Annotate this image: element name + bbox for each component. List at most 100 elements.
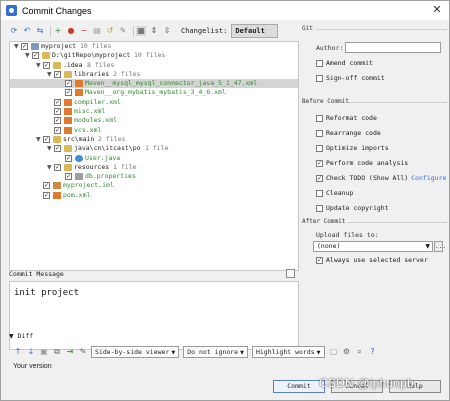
include-checkbox[interactable]: ✓ bbox=[65, 89, 72, 97]
tree-row[interactable]: ✓ db.properties bbox=[10, 172, 298, 181]
add-icon[interactable]: + bbox=[53, 26, 63, 36]
include-checkbox[interactable]: ✓ bbox=[65, 80, 72, 88]
include-checkbox[interactable]: ✓ bbox=[54, 126, 61, 134]
options-panel: Git Author: Amend commit Sign-off commit… bbox=[299, 21, 450, 271]
tree-row[interactable]: ✓ User.java bbox=[10, 154, 298, 163]
include-checkbox[interactable]: ✓ bbox=[32, 52, 39, 60]
upload-server-select[interactable]: (none) ▼ bbox=[313, 241, 433, 252]
window-title: Commit Changes bbox=[22, 5, 92, 16]
ignore-whitespace-select[interactable]: Do not ignore ▼ bbox=[183, 346, 248, 358]
xml-icon bbox=[53, 191, 61, 199]
edit-icon[interactable]: ✎ bbox=[118, 26, 128, 36]
changelist-label: Changelist: bbox=[181, 27, 228, 35]
include-checkbox[interactable]: ✓ bbox=[54, 163, 61, 171]
expand-toggle-icon[interactable]: ▼ bbox=[14, 42, 20, 51]
tree-row[interactable]: ✓ vcs.xml bbox=[10, 126, 298, 135]
amend-commit-checkbox[interactable]: Amend commit bbox=[316, 58, 373, 68]
tree-row[interactable]: ▼ ✓ resources 1 file bbox=[10, 163, 298, 172]
include-checkbox[interactable]: ✓ bbox=[43, 182, 50, 190]
undo-icon[interactable]: ↺ bbox=[105, 26, 115, 36]
include-checkbox[interactable]: ✓ bbox=[43, 135, 50, 143]
xml-icon bbox=[75, 80, 83, 88]
expand-toggle-icon[interactable]: ▼ bbox=[36, 61, 42, 70]
expand-all-icon[interactable]: ⇕ bbox=[149, 26, 159, 36]
save-icon[interactable]: ▣ bbox=[39, 347, 49, 357]
author-input[interactable] bbox=[345, 42, 441, 53]
commit-button[interactable]: Commit bbox=[273, 380, 325, 393]
rollback-icon[interactable]: ↶ bbox=[22, 26, 32, 36]
tree-row[interactable]: ▼ ✓ libraries 2 files bbox=[10, 70, 298, 79]
tree-row[interactable]: ✓ Maven__org_mybatis_mybatis_3_4_6.xml bbox=[10, 88, 298, 97]
before-commit-option-checkbox[interactable]: ✓ Perform code analysis bbox=[316, 158, 408, 168]
xml-icon bbox=[75, 89, 83, 97]
refresh-icon[interactable]: ⟳ bbox=[9, 26, 19, 36]
diff-icon[interactable]: ⇆ bbox=[35, 26, 45, 36]
expand-toggle-icon[interactable]: ▼ bbox=[25, 51, 31, 60]
include-checkbox[interactable]: ✓ bbox=[65, 173, 72, 181]
tree-row[interactable]: ▼ ✓ .idea 8 files bbox=[10, 61, 298, 70]
edit-source-icon[interactable]: ✎ bbox=[78, 347, 88, 357]
include-checkbox[interactable]: ✓ bbox=[54, 98, 61, 106]
viewer-mode-select[interactable]: Side-by-side viewer ▼ bbox=[91, 346, 180, 358]
diff-header[interactable]: ▼ Diff bbox=[9, 331, 443, 341]
before-commit-section-title: Before Commit bbox=[302, 98, 349, 105]
tree-item-count: 2 files bbox=[113, 69, 141, 78]
tree-row[interactable]: ▼ ✓ myproject 10 files bbox=[10, 42, 298, 51]
include-checkbox[interactable]: ✓ bbox=[54, 70, 61, 78]
include-checkbox[interactable]: ✓ bbox=[43, 61, 50, 69]
tree-row[interactable]: ✓ misc.xml bbox=[10, 107, 298, 116]
group-by-directory-icon[interactable]: ▦ bbox=[136, 26, 146, 36]
tree-row[interactable]: ▼ ✓ src\main 2 files bbox=[10, 135, 298, 144]
before-commit-option-checkbox[interactable]: Optimize imports bbox=[316, 143, 389, 153]
settings-icon[interactable]: ⚙ bbox=[342, 347, 352, 357]
include-checkbox[interactable]: ✓ bbox=[21, 43, 28, 50]
remove-icon[interactable]: − bbox=[79, 26, 89, 36]
tree-row[interactable]: ▼ ✓ D:\gitRepo\myproject 10 files bbox=[10, 51, 298, 60]
jump-to-source-icon[interactable]: ⇥ bbox=[65, 347, 75, 357]
tree-row[interactable]: ✓ pom.xml bbox=[10, 191, 298, 200]
configure-link[interactable]: Configure bbox=[411, 174, 446, 182]
expand-toggle-icon[interactable]: ▼ bbox=[47, 144, 53, 153]
before-commit-option-checkbox[interactable]: ✓ Check TODO (Show All) Configure bbox=[316, 173, 446, 183]
include-checkbox[interactable]: ✓ bbox=[43, 191, 50, 199]
include-checkbox[interactable]: ✓ bbox=[54, 108, 61, 116]
close-button[interactable]: ✕ bbox=[429, 3, 445, 17]
always-use-server-checkbox[interactable]: ✓ Always use selected server bbox=[316, 255, 428, 265]
compare-icon[interactable]: ⧉ bbox=[52, 347, 62, 357]
include-checkbox[interactable]: ✓ bbox=[54, 117, 61, 125]
include-checkbox[interactable]: ✓ bbox=[65, 154, 72, 162]
tree-row[interactable]: ▼ ✓ java\cn\itcast\po 1 file bbox=[10, 144, 298, 153]
chevron-down-icon: ▼ bbox=[425, 243, 430, 250]
before-commit-option-checkbox[interactable]: Update copyright bbox=[316, 203, 389, 213]
changelist-select[interactable]: Default bbox=[231, 24, 279, 38]
folder-icon bbox=[64, 145, 72, 153]
upload-browse-button[interactable]: ... bbox=[434, 241, 446, 252]
next-change-icon[interactable]: ↓ bbox=[26, 347, 36, 357]
expand-toggle-icon[interactable]: ▼ bbox=[36, 135, 42, 144]
tree-row[interactable]: ✓ compiler.xml bbox=[10, 98, 298, 107]
highlight-mode-select[interactable]: Highlight words ▼ bbox=[251, 346, 325, 358]
expand-toggle-icon[interactable]: ▼ bbox=[47, 70, 53, 79]
tree-row[interactable]: ✓ myproject.iml bbox=[10, 181, 298, 190]
before-commit-option-checkbox[interactable]: Rearrange code bbox=[316, 128, 381, 138]
include-checkbox[interactable]: ✓ bbox=[54, 145, 61, 153]
search-icon[interactable]: ⌕ bbox=[355, 347, 365, 357]
help-icon[interactable]: ? bbox=[368, 347, 378, 357]
move-icon[interactable]: ● bbox=[66, 26, 76, 36]
tree-row[interactable]: ✓ Maven__mysql_mysql_connector_java_5_1_4… bbox=[10, 79, 298, 89]
before-commit-option-checkbox[interactable]: Reformat code bbox=[316, 113, 377, 123]
xml-icon bbox=[64, 126, 72, 134]
tree-item-count: 10 files bbox=[134, 51, 166, 60]
group-icon[interactable]: ▤ bbox=[92, 26, 102, 36]
message-history-icon[interactable] bbox=[286, 269, 295, 278]
section-divider bbox=[349, 102, 447, 103]
toolbar-separator bbox=[133, 25, 134, 37]
previous-change-icon[interactable]: ↑ bbox=[13, 347, 23, 357]
java-icon bbox=[75, 154, 83, 162]
collapse-all-icon[interactable]: ⇳ bbox=[162, 26, 172, 36]
before-commit-option-checkbox[interactable]: Cleanup bbox=[316, 188, 353, 198]
expand-toggle-icon[interactable]: ▼ bbox=[47, 163, 53, 172]
tree-row[interactable]: ✓ modules.xml bbox=[10, 116, 298, 125]
lock-icon[interactable]: ▢ bbox=[329, 347, 339, 357]
signoff-commit-checkbox[interactable]: Sign-off commit bbox=[316, 73, 385, 83]
